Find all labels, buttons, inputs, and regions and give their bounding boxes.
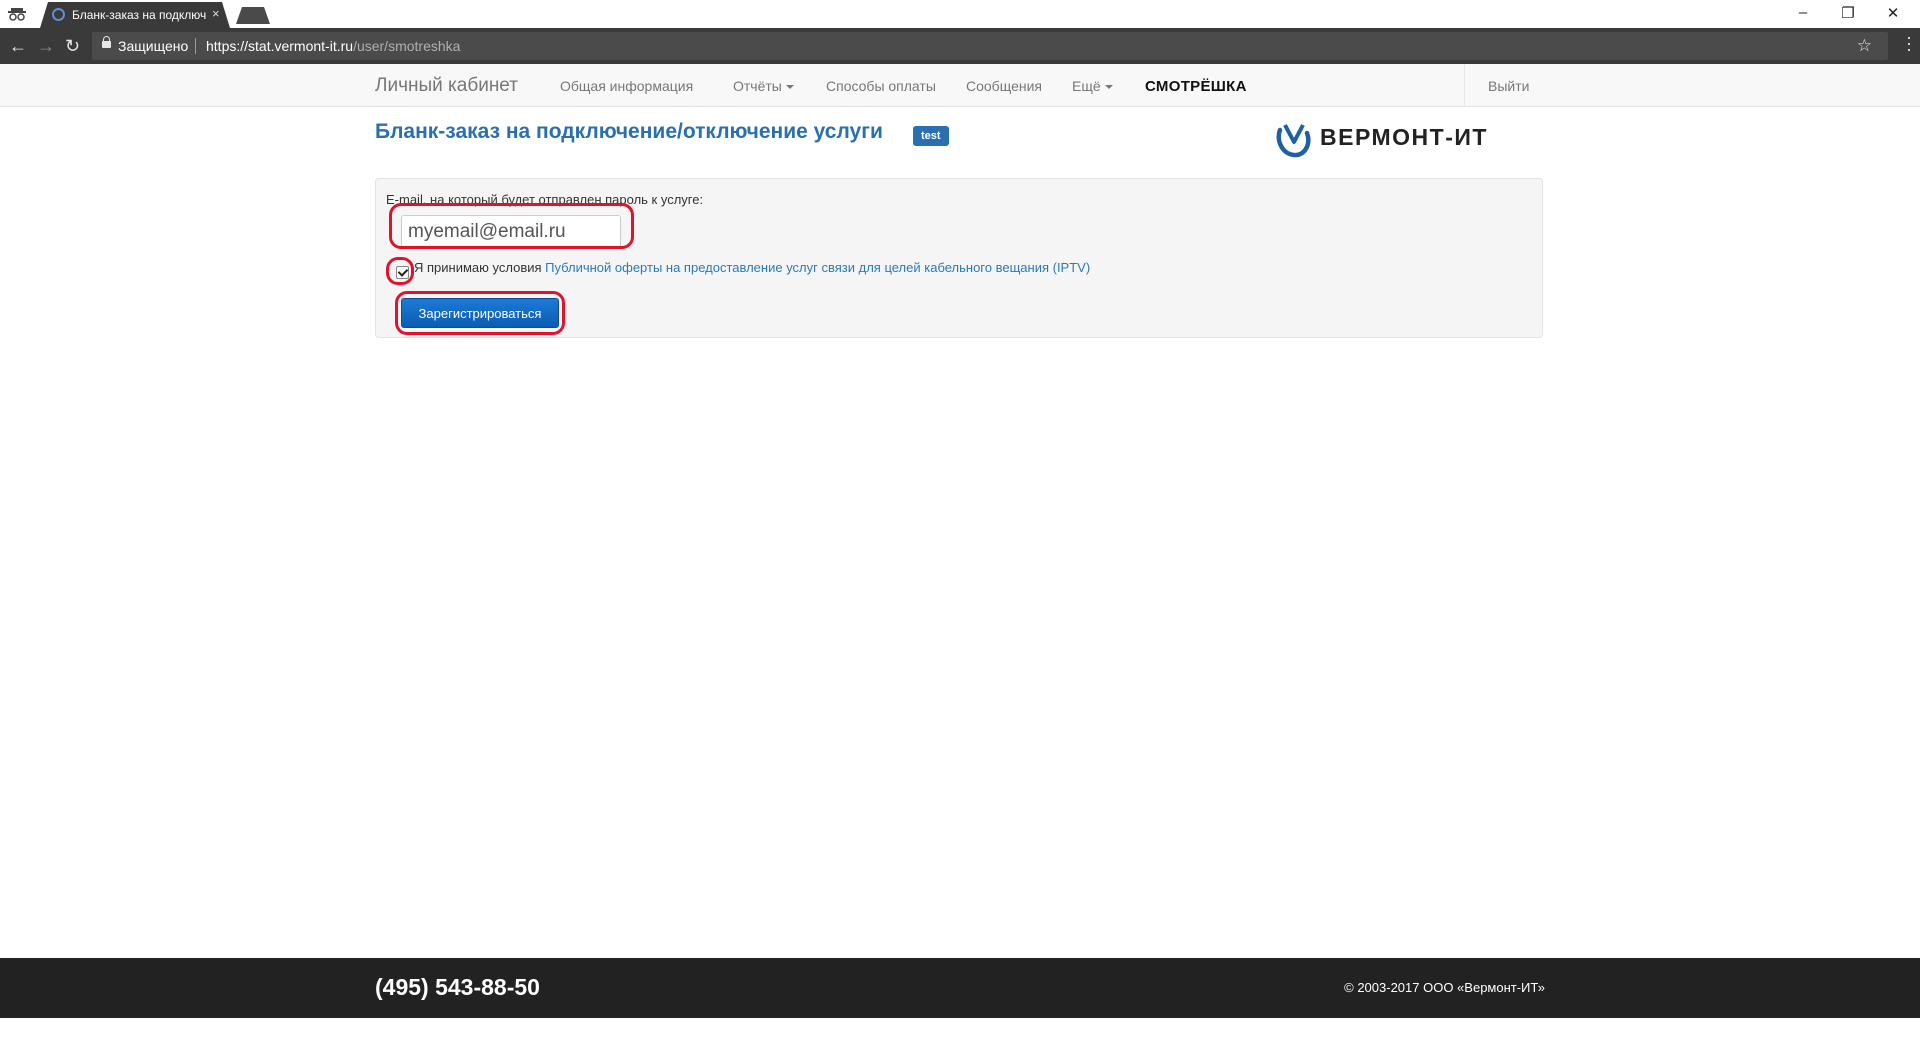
bookmark-star-icon[interactable]: ☆ bbox=[1857, 36, 1872, 56]
caret-down-icon bbox=[1104, 85, 1113, 90]
browser-toolbar: ← → ↻ Защищено https://stat.vermont-it.r… bbox=[0, 28, 1920, 64]
vermont-logo-icon bbox=[1276, 124, 1311, 158]
nav-general-info[interactable]: Общая информация bbox=[560, 78, 693, 94]
page-title: Бланк-заказ на подключение/отключение ус… bbox=[375, 120, 883, 143]
nav-divider bbox=[1464, 64, 1465, 106]
secure-label: Защищено bbox=[118, 38, 189, 54]
footer-copyright: © 2003-2017 ООО «Вермонт-ИТ» bbox=[1344, 980, 1545, 995]
email-highlight-annotation bbox=[389, 203, 634, 249]
forward-arrow-icon[interactable]: → bbox=[37, 36, 55, 57]
button-highlight-annotation bbox=[395, 291, 565, 335]
minimize-button[interactable]: – bbox=[1788, 4, 1818, 21]
test-badge: test bbox=[913, 126, 949, 146]
site-favicon-icon bbox=[52, 8, 65, 21]
order-form: E-mail, на который будет отправлен парол… bbox=[375, 178, 1543, 338]
window-close-button[interactable]: ✕ bbox=[1878, 4, 1908, 22]
tab-close-icon[interactable]: × bbox=[212, 6, 220, 21]
caret-down-icon bbox=[785, 85, 794, 90]
nav-more-label: Ещё bbox=[1072, 78, 1101, 94]
address-bar[interactable]: Защищено https://stat.vermont-it.ru/user… bbox=[92, 32, 1888, 60]
nav-reports-dropdown[interactable]: Отчёты bbox=[733, 78, 794, 94]
nav-more-dropdown[interactable]: Ещё bbox=[1072, 78, 1113, 94]
new-tab-button[interactable] bbox=[236, 7, 270, 24]
url-text[interactable]: https://stat.vermont-it.ru/user/smotresh… bbox=[206, 38, 460, 54]
url-divider bbox=[195, 38, 196, 54]
browser-tab-active[interactable]: Бланк-заказ на подключ... × bbox=[40, 2, 230, 28]
vermont-logo-text: ВЕРМОНТ-ИТ bbox=[1320, 124, 1488, 150]
nav-brand[interactable]: Личный кабинет bbox=[375, 75, 518, 97]
accept-terms-prefix: Я принимаю условия bbox=[414, 260, 546, 275]
accept-terms-label: Я принимаю условия Публичной оферты на п… bbox=[414, 260, 1090, 275]
incognito-icon bbox=[8, 8, 26, 21]
lock-icon bbox=[102, 36, 111, 48]
browser-tab-strip: Бланк-заказ на подключ... × – ❐ ✕ bbox=[0, 0, 1920, 28]
site-footer: (495) 543-88-50 © 2003-2017 ООО «Вермонт… bbox=[0, 958, 1920, 1018]
checkbox-highlight-annotation bbox=[386, 257, 414, 285]
browser-menu-icon[interactable]: · · · bbox=[1906, 28, 1912, 58]
restore-button[interactable]: ❐ bbox=[1833, 4, 1863, 22]
tab-title: Бланк-заказ на подключ... bbox=[72, 8, 207, 22]
site-navbar: Личный кабинет Общая информация Отчёты С… bbox=[0, 64, 1920, 107]
nav-messages[interactable]: Сообщения bbox=[966, 78, 1042, 94]
url-host: https://stat.vermont-it.ru bbox=[206, 38, 354, 54]
nav-payment-methods[interactable]: Способы оплаты bbox=[826, 78, 936, 94]
back-arrow-icon[interactable]: ← bbox=[9, 36, 27, 57]
nav-reports-label: Отчёты bbox=[733, 78, 782, 94]
footer-phone: (495) 543-88-50 bbox=[375, 974, 540, 1000]
reload-icon[interactable]: ↻ bbox=[65, 36, 80, 57]
url-path: /user/smotreshka bbox=[353, 38, 461, 54]
public-offer-link[interactable]: Публичной оферты на предоставление услуг… bbox=[545, 260, 1090, 275]
nav-smotreshka-logo[interactable]: СМОТРЁШКА bbox=[1145, 78, 1247, 95]
nav-logout[interactable]: Выйти bbox=[1488, 78, 1529, 94]
